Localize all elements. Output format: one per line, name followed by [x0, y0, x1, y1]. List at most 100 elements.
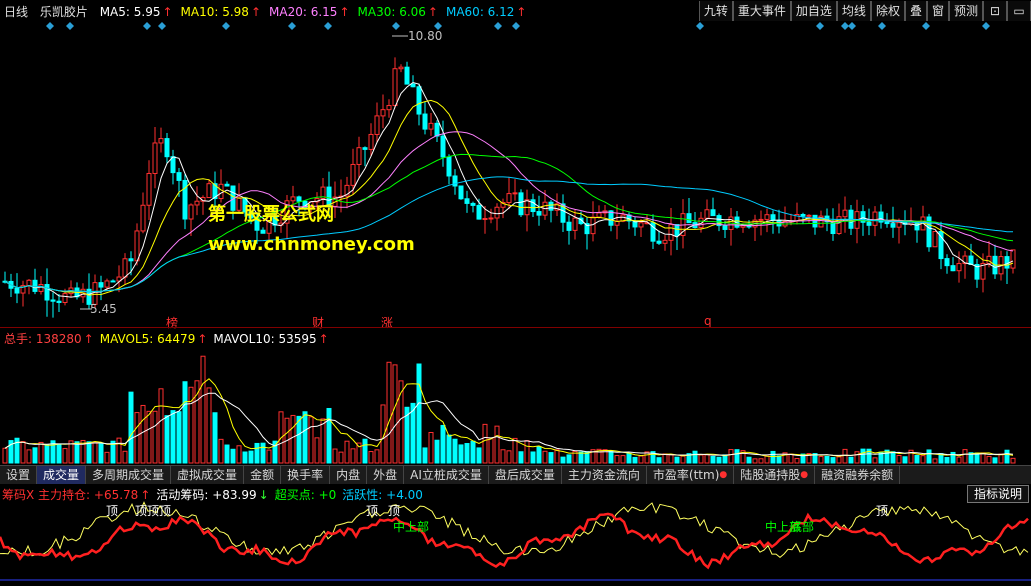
- volume-bar: [188, 386, 194, 464]
- candle-body: [218, 183, 224, 200]
- tab-2[interactable]: 多周期成交量: [86, 466, 172, 484]
- toolbar-button-1[interactable]: 重大事件: [732, 1, 791, 21]
- event-marker-limit-up[interactable]: 涨: [381, 314, 393, 331]
- volume-bar: [728, 449, 734, 464]
- candle-body: [950, 265, 956, 272]
- volume-bar: [86, 441, 92, 464]
- tab-4[interactable]: 金额: [244, 466, 282, 484]
- volume-bar: [548, 452, 554, 464]
- tab-7[interactable]: 外盘: [367, 466, 405, 484]
- volume-bar: [674, 456, 680, 464]
- candle-body: [416, 86, 422, 115]
- candle-body: [566, 221, 572, 231]
- candle-body: [944, 258, 950, 267]
- tab-9[interactable]: 盘后成交量: [489, 466, 562, 484]
- candle-body: [590, 216, 596, 235]
- toolbar-button-0[interactable]: 九转: [698, 1, 733, 21]
- volume-bar: [668, 454, 674, 464]
- candle-body: [596, 212, 602, 218]
- volume-bar: [350, 448, 356, 464]
- tab-8[interactable]: AI立桩成交量: [404, 466, 489, 484]
- event-diamond-icon: [494, 22, 502, 30]
- candle-body: [410, 83, 416, 88]
- volume-bar: [656, 457, 662, 464]
- period-label[interactable]: 日线: [4, 5, 28, 19]
- volume-chart[interactable]: [0, 345, 1031, 465]
- volume-bar: [788, 453, 794, 464]
- candle-body: [128, 258, 134, 262]
- volume-bar: [422, 447, 428, 464]
- volume-bar: [536, 446, 542, 464]
- volume-bar: [482, 423, 488, 464]
- volume-bar: [872, 457, 878, 464]
- volume-bar: [176, 411, 182, 464]
- volume-bar: [440, 424, 446, 464]
- candle-body: [14, 287, 20, 294]
- candle-body: [512, 192, 518, 195]
- price-chart[interactable]: [0, 22, 1031, 327]
- candle-body: [122, 258, 128, 278]
- arrow-up-icon: ↑: [197, 332, 208, 346]
- tab-10[interactable]: 主力资金流向: [562, 466, 647, 484]
- volume-bar: [986, 455, 992, 464]
- volume-bar: [578, 451, 584, 464]
- volume-bar: [854, 451, 860, 464]
- volume-bar: [716, 456, 722, 464]
- tab-13[interactable]: 融资融券余额: [815, 466, 901, 484]
- candle-body: [842, 209, 848, 218]
- indicator-signal-label: 中上部: [393, 520, 430, 534]
- toolbar-button-4[interactable]: 除权: [870, 1, 905, 21]
- toolbar-button-2[interactable]: 加自选: [790, 1, 837, 21]
- candle-body: [374, 115, 380, 135]
- event-diamond-icon: [848, 22, 856, 30]
- volume-bar: [62, 448, 68, 464]
- volume-bar: [680, 455, 686, 464]
- tab-12[interactable]: 陆股通持股●: [734, 466, 816, 484]
- tab-3[interactable]: 虚拟成交量: [171, 466, 245, 484]
- volume-bar: [752, 458, 758, 464]
- candle-body: [1004, 256, 1010, 269]
- tab-0[interactable]: 设置: [0, 466, 38, 484]
- volume-bar: [962, 449, 968, 464]
- volume-bar: [932, 458, 938, 464]
- tab-11[interactable]: 市盈率(ttm)●: [647, 466, 735, 484]
- window-icon[interactable]: ▭: [1007, 1, 1031, 21]
- candle-body: [188, 204, 194, 220]
- toolbar-button-6[interactable]: 窗: [926, 1, 949, 21]
- toolbar-button-3[interactable]: 均线: [836, 1, 871, 21]
- volume-bar: [764, 455, 770, 464]
- event-diamond-icon: [696, 22, 704, 30]
- arrow-up-icon: ↑: [516, 5, 527, 19]
- volume-bar: [170, 410, 176, 464]
- lock-icon[interactable]: ⊡: [983, 1, 1007, 21]
- toolbar-button-7[interactable]: 预测: [948, 1, 983, 21]
- volume-bar: [308, 416, 314, 464]
- candle-body: [134, 230, 140, 262]
- volume-bar: [662, 453, 668, 464]
- tab-6[interactable]: 内盘: [330, 466, 368, 484]
- candle-body: [56, 300, 62, 303]
- toolbar-button-5[interactable]: 叠: [904, 1, 927, 21]
- event-marker-finance[interactable]: 财: [312, 314, 324, 331]
- candle-body: [668, 224, 674, 241]
- candle-body: [548, 201, 554, 211]
- volume-bar: [20, 441, 26, 464]
- event-diamond-icon: [66, 22, 74, 30]
- volume-bar: [920, 455, 926, 464]
- tab-1[interactable]: 成交量: [37, 466, 87, 484]
- volume-bar: [296, 415, 302, 464]
- volume-bar: [326, 407, 332, 464]
- volume-bar: [200, 355, 206, 464]
- candle-body: [422, 113, 428, 130]
- event-marker-rank[interactable]: 榜: [166, 314, 178, 331]
- candle-body: [764, 214, 770, 220]
- tab-5[interactable]: 换手率: [281, 466, 331, 484]
- volume-bar: [38, 441, 44, 464]
- stock-name: 乐凯胶片: [39, 5, 88, 19]
- volume-bar: [56, 444, 62, 464]
- volume-bar: [464, 443, 470, 464]
- volume-bar: [32, 447, 38, 464]
- candle-body: [356, 147, 362, 165]
- event-marker-q[interactable]: q: [704, 314, 712, 328]
- candle-body: [458, 185, 464, 200]
